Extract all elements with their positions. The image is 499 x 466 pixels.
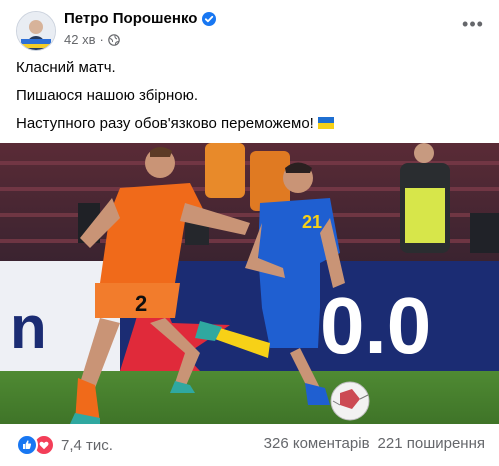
football	[330, 381, 370, 421]
post-photo[interactable]: n 0.0 2 21	[0, 143, 499, 424]
post-line-3: Наступного разу обов'язково переможемо!	[16, 114, 486, 134]
ukraine-jersey-number: 21	[302, 212, 322, 232]
ukraine-flag-icon	[317, 117, 334, 129]
ellipsis-icon: •••	[462, 14, 484, 34]
ad-board-text: 0.0	[320, 281, 431, 370]
post-timestamp[interactable]: 42 хв	[64, 32, 95, 47]
post-meta: 42 хв ·	[64, 32, 120, 47]
dot-separator: ·	[99, 32, 104, 47]
author-name: Петро Порошенко	[64, 10, 198, 27]
post-line-2: Пишаюся нашою збірною.	[16, 87, 199, 104]
post-header: Петро Порошенко 42 хв · •••	[0, 0, 499, 52]
shares-count-link[interactable]: 221 поширення	[378, 435, 485, 452]
post-footer: 7,4 тис. 326 коментарів 221 поширення	[0, 424, 499, 466]
netherlands-jersey-number: 2	[135, 291, 147, 316]
avatar-portrait	[17, 12, 55, 50]
post-line-3-text: Наступного разу обов'язково переможемо!	[16, 115, 314, 132]
author-name-link[interactable]: Петро Порошенко	[64, 10, 217, 27]
globe-icon[interactable]	[108, 33, 120, 46]
football-match-image: n 0.0 2 21	[0, 143, 499, 424]
author-avatar[interactable]	[16, 11, 56, 51]
post-text: Класний матч. Пишаюся нашою збірною. Нас…	[16, 58, 486, 142]
comments-count-link[interactable]: 326 коментарів	[264, 435, 370, 452]
svg-text:n: n	[10, 294, 47, 361]
like-reaction-icon	[16, 434, 38, 456]
more-options-button[interactable]: •••	[459, 14, 487, 38]
reactions-summary[interactable]: 7,4 тис.	[16, 434, 113, 456]
post-line-1: Класний матч.	[16, 59, 116, 76]
reactions-count: 7,4 тис.	[61, 436, 113, 454]
verified-badge-icon	[202, 11, 217, 26]
engagement-stats: 326 коментарів 221 поширення	[264, 435, 485, 452]
